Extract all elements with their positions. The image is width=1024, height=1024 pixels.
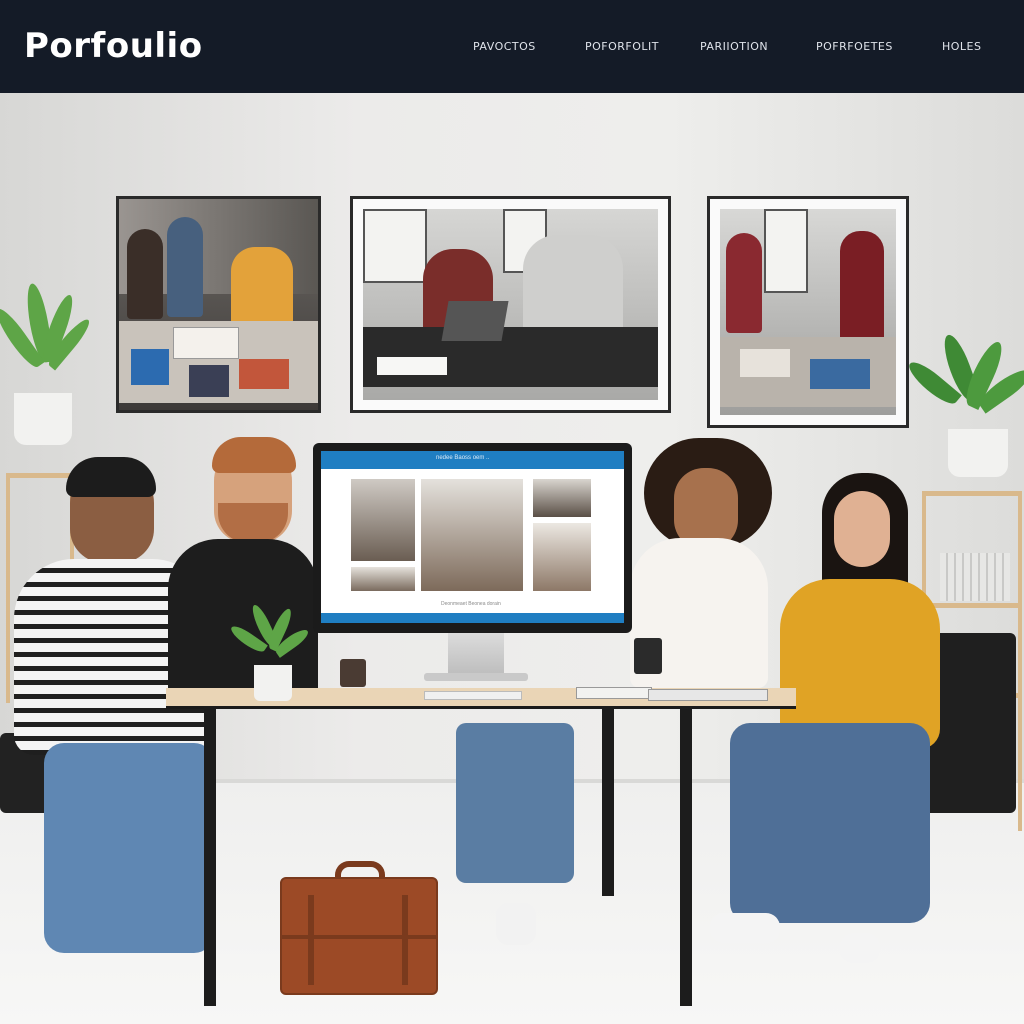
notebook-stack (576, 687, 652, 699)
nav-item-1[interactable]: PAVOCTOS (473, 40, 536, 53)
screen-photo-5 (351, 567, 415, 591)
screen-photo-3 (533, 479, 591, 517)
screen-photo-4 (533, 523, 591, 591)
keyboard (424, 691, 522, 700)
nav-item-2[interactable]: POFORFOLIT (585, 40, 659, 53)
mug (340, 659, 366, 687)
nav-item-4[interactable]: POFRFOETES (816, 40, 893, 53)
desk-leg-right (680, 706, 692, 1006)
wall-photo-1 (116, 196, 321, 413)
wall-photo-2 (350, 196, 671, 413)
screen-photo-2 (421, 479, 523, 591)
desk-plant (228, 602, 312, 703)
site-logo[interactable]: Porfoulio (24, 26, 203, 66)
desk-leg-left (204, 706, 216, 1006)
screen-footer-bar (321, 613, 624, 623)
monitor-base (424, 673, 528, 681)
pen-cup (634, 638, 662, 674)
photo-team-reviewing-prints (119, 199, 318, 410)
wall-photo-3 (707, 196, 909, 428)
screen-header-bar: nedee Baoss oem .. (321, 451, 624, 469)
monitor-stand (448, 633, 504, 675)
legs-white-blouse (456, 723, 574, 945)
desk-leg-mid (602, 706, 614, 896)
screen-caption: Deonmeaet Beonea dorain (441, 601, 501, 607)
photo-designers-at-laptop (363, 209, 658, 400)
desktop-monitor: nedee Baoss oem .. Deonmeaet Beonea dora… (313, 443, 632, 633)
laptop (648, 689, 768, 701)
nav-item-5[interactable]: HOLES (942, 40, 982, 53)
hero-image: nedee Baoss oem .. Deonmeaet Beonea dora… (0, 93, 1024, 1024)
nav-item-3[interactable]: PARIIOTION (700, 40, 768, 53)
top-nav: Porfoulio PAVOCTOS POFORFOLIT PARIIOTION… (0, 0, 1024, 93)
monitor-screen: nedee Baoss oem .. Deonmeaet Beonea dora… (321, 451, 624, 623)
screen-photo-1 (351, 479, 415, 561)
potted-plant-left (0, 282, 100, 453)
potted-plant-right (904, 331, 1024, 483)
screen-header-text: nedee Baoss oem .. (436, 455, 490, 461)
person-mustard-sweater (710, 473, 950, 993)
photo-team-with-moodboard (720, 209, 896, 415)
leather-bag (280, 877, 438, 995)
